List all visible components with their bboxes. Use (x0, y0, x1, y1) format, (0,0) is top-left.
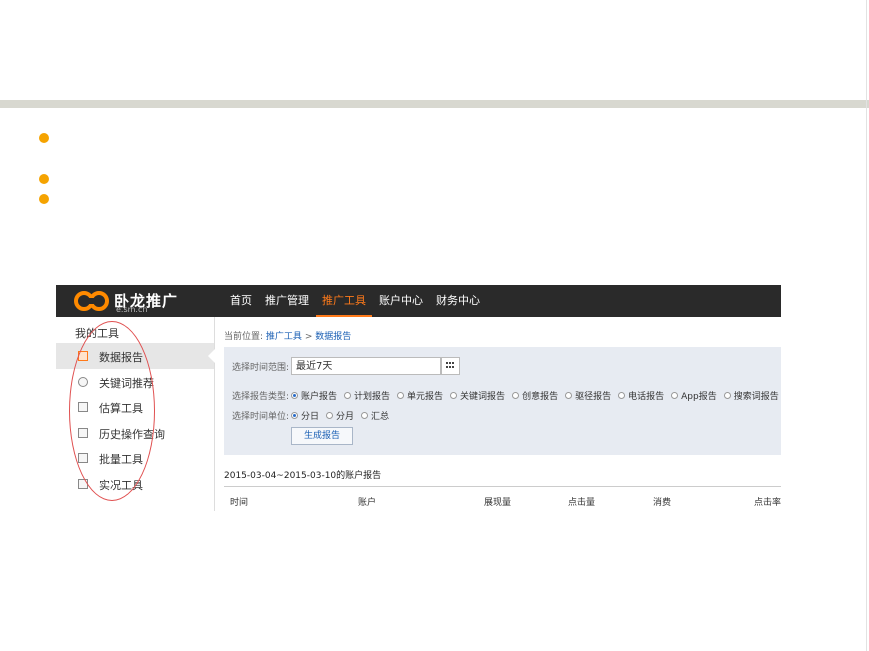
report-type-options: 账户报告 计划报告 单元报告 关键词报告 创意报告 驱径报告 电话报告 App报… (291, 389, 781, 402)
top-navigation-bar: 卧龙推广 e.sm.cn 首页 推广管理 推广工具 账户中心 财务中心 (56, 285, 781, 317)
breadcrumb-link-promotion-tools[interactable]: 推广工具 (266, 332, 302, 342)
breadcrumb-current: 数据报告 (315, 332, 352, 342)
sidebar-item-estimate-tool[interactable]: 估算工具 (56, 394, 214, 420)
report-type-unit[interactable]: 单元报告 (397, 389, 443, 402)
time-unit-summary[interactable]: 汇总 (361, 409, 389, 422)
time-unit-options: 分日 分月 汇总 (291, 409, 396, 422)
main-content: 当前位置: 推广工具 > 数据报告 选择时间范围: 最近7天 选择报告类型: 账… (215, 317, 781, 511)
time-range-input[interactable]: 最近7天 (291, 357, 441, 375)
report-type-app[interactable]: App报告 (671, 389, 717, 402)
report-title: 2015-03-04~2015-03-10的账户报告 (224, 471, 382, 481)
radio-icon (450, 392, 458, 399)
sidebar-item-label: 批量工具 (99, 453, 143, 466)
radio-icon (291, 412, 298, 419)
time-range-label: 选择时间范围: (232, 363, 290, 373)
report-type-phone[interactable]: 电话报告 (618, 389, 664, 402)
report-type-search-term[interactable]: 搜索词报告 (723, 389, 779, 402)
sidebar-item-label: 实况工具 (99, 479, 143, 492)
nav-item-account-center[interactable]: 账户中心 (373, 285, 429, 317)
radio-icon (344, 392, 352, 399)
radio-icon (291, 392, 298, 399)
bullet-point (39, 194, 49, 204)
radio-icon (512, 392, 520, 399)
sidebar-item-live-tool[interactable]: 实况工具 (56, 471, 214, 497)
sidebar-item-label: 关键词推荐 (99, 377, 154, 390)
target-icon (78, 377, 88, 387)
sidebar-item-label: 历史操作查询 (99, 428, 165, 441)
bullet-point (39, 133, 49, 143)
breadcrumb-separator: > (304, 332, 313, 342)
nav-item-home[interactable]: 首页 (224, 285, 258, 317)
column-header-clicks[interactable]: 点击量 (568, 495, 595, 508)
history-icon (78, 428, 88, 438)
nav-item-campaign-management[interactable]: 推广管理 (259, 285, 315, 317)
column-header-time[interactable]: 时间 (230, 495, 248, 508)
sidebar-item-data-report[interactable]: 数据报告 (56, 343, 215, 369)
report-table-header: 时间 账户 展现量 点击量 消费 点击率 (224, 486, 781, 511)
report-type-account[interactable]: 账户报告 (291, 389, 337, 402)
radio-icon (397, 392, 405, 399)
time-unit-daily[interactable]: 分日 (291, 409, 319, 422)
breadcrumb-prefix: 当前位置: (224, 332, 264, 342)
generate-report-button[interactable]: 生成报告 (291, 427, 353, 445)
report-icon (78, 351, 88, 361)
sidebar-item-history[interactable]: 历史操作查询 (56, 420, 214, 446)
bullet-point (39, 174, 49, 184)
breadcrumb: 当前位置: 推广工具 > 数据报告 (224, 329, 351, 342)
report-type-path[interactable]: 驱径报告 (565, 389, 611, 402)
live-icon (78, 479, 88, 489)
radio-icon (618, 392, 626, 399)
report-type-label: 选择报告类型: (232, 392, 290, 402)
sidebar-item-keyword-recommend[interactable]: 关键词推荐 (56, 369, 214, 395)
report-type-plan[interactable]: 计划报告 (344, 389, 390, 402)
radio-icon (565, 392, 573, 399)
sidebar-item-label: 数据报告 (99, 351, 143, 364)
calendar-icon (446, 362, 455, 370)
sidebar-item-label: 估算工具 (99, 402, 143, 415)
sidebar: 我的工具 数据报告 关键词推荐 估算工具 历史操作查询 批量工具 实况工具 (56, 317, 215, 511)
main-nav: 首页 推广管理 推广工具 账户中心 财务中心 (224, 285, 487, 317)
radio-icon (671, 392, 679, 399)
report-type-keyword[interactable]: 关键词报告 (450, 389, 505, 402)
slide-right-edge (866, 0, 867, 651)
calendar-button[interactable] (441, 357, 460, 375)
column-header-cost[interactable]: 消费 (653, 495, 671, 508)
embedded-screenshot: 卧龙推广 e.sm.cn 首页 推广管理 推广工具 账户中心 财务中心 我的工具… (56, 285, 781, 511)
column-header-impressions[interactable]: 展现量 (484, 495, 511, 508)
sidebar-title: 我的工具 (75, 327, 119, 340)
nav-item-promotion-tools[interactable]: 推广工具 (316, 285, 372, 317)
report-filter-panel: 选择时间范围: 最近7天 选择报告类型: 账户报告 计划报告 单元报告 关键词报… (224, 347, 781, 455)
calculator-icon (78, 402, 88, 412)
report-type-creative[interactable]: 创意报告 (512, 389, 558, 402)
active-pointer (208, 349, 215, 363)
radio-icon (326, 412, 334, 419)
time-unit-label: 选择时间单位: (232, 412, 290, 422)
sidebar-item-batch-tool[interactable]: 批量工具 (56, 445, 214, 471)
radio-icon (361, 412, 369, 419)
nav-item-finance-center[interactable]: 财务中心 (430, 285, 486, 317)
radio-icon (723, 392, 731, 399)
logo-mark-icon (74, 291, 109, 311)
slide-divider-band (0, 100, 869, 108)
brand-logo[interactable]: 卧龙推广 e.sm.cn (74, 289, 204, 314)
column-header-account[interactable]: 账户 (358, 495, 376, 508)
time-unit-monthly[interactable]: 分月 (326, 409, 354, 422)
batch-icon (78, 453, 88, 463)
logo-subtext: e.sm.cn (116, 305, 148, 314)
column-header-ctr[interactable]: 点击率 (754, 495, 781, 508)
